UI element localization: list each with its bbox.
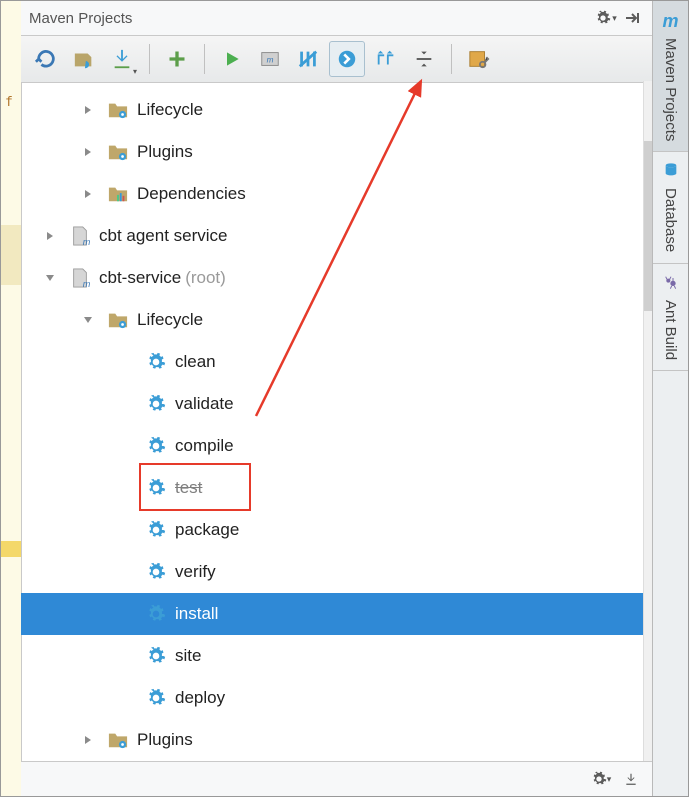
tree-item-cbt-agent-service[interactable]: m cbt agent service — [21, 215, 652, 257]
panel-footer: ▾ — [21, 761, 653, 796]
gear-icon — [145, 687, 167, 709]
footer-download-button[interactable] — [619, 767, 643, 791]
tree-item-label: compile — [175, 436, 234, 456]
panel-title: Maven Projects — [29, 10, 592, 27]
gear-icon — [145, 351, 167, 373]
gear-icon — [145, 561, 167, 583]
chevron-right-icon[interactable] — [83, 147, 101, 157]
tree-item-cbt-service[interactable]: m cbt-service(root) — [21, 257, 652, 299]
file-m-icon: m — [69, 267, 91, 289]
maven-panel: Maven Projects ▾ ▾ m Lifecycl — [21, 1, 653, 763]
folder-gear-icon — [107, 99, 129, 121]
svg-text:m: m — [267, 56, 274, 65]
tree-item-test[interactable]: test — [21, 467, 652, 509]
tool-window-bar: m Maven Projects Database Ant Build — [652, 1, 688, 797]
tree-item-package[interactable]: package — [21, 509, 652, 551]
database-icon — [663, 162, 679, 182]
chevron-right-icon[interactable] — [83, 105, 101, 115]
file-m-icon: m — [69, 225, 91, 247]
footer-settings-button[interactable]: ▾ — [589, 767, 613, 791]
tree-item-deploy[interactable]: deploy — [21, 677, 652, 719]
tree-item-lifecycle[interactable]: Lifecycle — [21, 89, 652, 131]
folder-gear-icon — [107, 309, 129, 331]
reimport-button[interactable] — [29, 42, 63, 76]
root-suffix: (root) — [185, 268, 226, 288]
show-dependencies-button[interactable] — [369, 42, 403, 76]
toggle-offline-button[interactable] — [291, 42, 325, 76]
run-button[interactable] — [215, 42, 249, 76]
sidebar-tab-database[interactable]: Database — [653, 152, 688, 263]
folder-deps-icon — [107, 183, 129, 205]
tree-item-plugins[interactable]: Plugins — [21, 719, 652, 761]
folder-gear-icon — [107, 729, 129, 751]
gear-icon — [145, 435, 167, 457]
settings-button[interactable]: ▾ — [594, 6, 618, 30]
toolbar: ▾ m — [21, 36, 652, 83]
skip-tests-button[interactable] — [329, 41, 365, 77]
gear-icon — [145, 519, 167, 541]
tree-item-label: install — [175, 604, 218, 624]
execute-goal-button[interactable]: m — [253, 42, 287, 76]
folder-gear-icon — [107, 141, 129, 163]
maven-settings-button[interactable] — [462, 42, 496, 76]
add-project-button[interactable] — [160, 42, 194, 76]
tree-item-compile[interactable]: compile — [21, 425, 652, 467]
sidebar-tab-maven[interactable]: m Maven Projects — [653, 1, 688, 152]
gear-icon — [145, 393, 167, 415]
scrollbar[interactable] — [643, 81, 652, 761]
tree-item-label: package — [175, 520, 239, 540]
project-tree[interactable]: Lifecycle Plugins Dependencies m cbt agent s… — [21, 83, 652, 763]
chevron-down-icon[interactable] — [83, 315, 101, 325]
panel-header: Maven Projects ▾ — [21, 1, 652, 36]
tree-item-label: site — [175, 646, 201, 666]
tree-item-label: test — [175, 478, 202, 498]
tree-item-label: clean — [175, 352, 216, 372]
sidebar-tab-ant[interactable]: Ant Build — [653, 264, 688, 371]
tree-item-install[interactable]: install — [21, 593, 652, 635]
tree-item-lifecycle[interactable]: Lifecycle — [21, 299, 652, 341]
svg-text:m: m — [83, 279, 90, 289]
tree-item-verify[interactable]: verify — [21, 551, 652, 593]
tree-item-site[interactable]: site — [21, 635, 652, 677]
chevron-right-icon[interactable] — [83, 735, 101, 745]
generate-sources-button[interactable] — [67, 42, 101, 76]
tree-item-plugins[interactable]: Plugins — [21, 131, 652, 173]
tree-item-label: validate — [175, 394, 234, 414]
tree-item-label: verify — [175, 562, 216, 582]
chevron-down-icon[interactable] — [45, 273, 63, 283]
chevron-right-icon[interactable] — [45, 231, 63, 241]
maven-icon: m — [663, 11, 679, 32]
gear-icon — [145, 645, 167, 667]
gear-icon — [145, 603, 167, 625]
tree-item-dependencies[interactable]: Dependencies — [21, 173, 652, 215]
tree-item-label: Plugins — [137, 142, 193, 162]
tree-item-label: Lifecycle — [137, 100, 203, 120]
tree-item-label: cbt agent service — [99, 226, 228, 246]
gear-icon — [145, 477, 167, 499]
collapse-all-button[interactable] — [407, 42, 441, 76]
tree-item-label: deploy — [175, 688, 225, 708]
download-button[interactable]: ▾ — [105, 42, 139, 76]
chevron-right-icon[interactable] — [83, 189, 101, 199]
hide-button[interactable] — [620, 6, 644, 30]
tree-item-label: Plugins — [137, 730, 193, 750]
ant-icon — [663, 274, 679, 294]
tree-item-label: cbt-service — [99, 268, 181, 288]
tree-item-validate[interactable]: validate — [21, 383, 652, 425]
svg-text:m: m — [83, 237, 90, 247]
editor-gutter: f — [1, 1, 22, 797]
tree-item-label: Lifecycle — [137, 310, 203, 330]
tree-item-label: Dependencies — [137, 184, 246, 204]
tree-item-clean[interactable]: clean — [21, 341, 652, 383]
